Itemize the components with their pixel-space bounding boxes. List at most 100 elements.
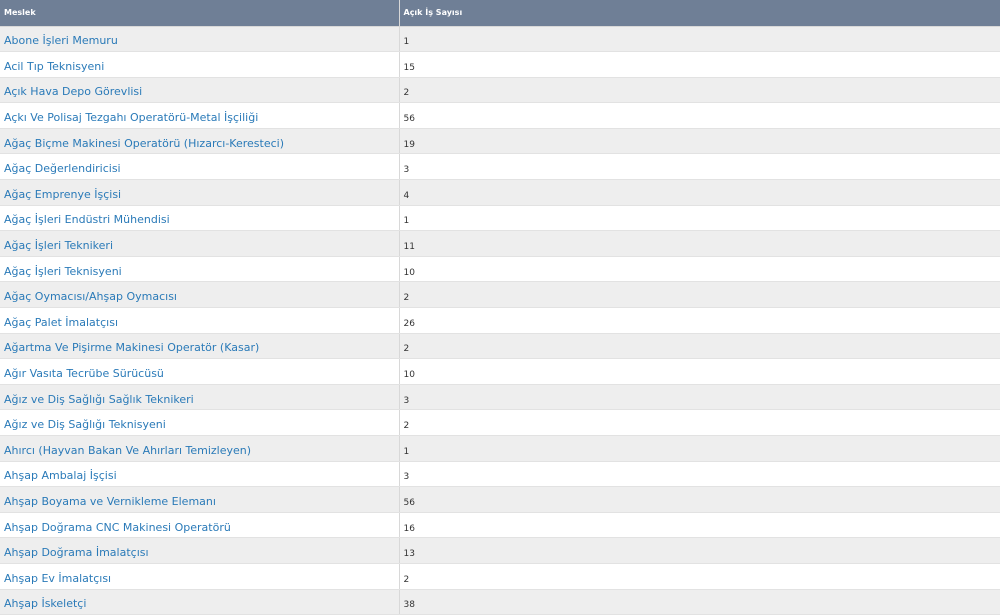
meslek-link[interactable]: Ağaç Değerlendiricisi xyxy=(4,162,121,175)
open-job-count-cell: 10 xyxy=(399,358,1000,385)
meslek-cell: Ağaç Palet İmalatçısı xyxy=(0,307,400,334)
meslek-cell: Ahşap İskeletçi xyxy=(0,589,400,616)
meslek-cell: Ağaç Emprenye İşçisi xyxy=(0,179,400,206)
open-job-count: 3 xyxy=(403,472,410,483)
table-body: Abone İşleri Memuru 1 Acil Tıp Teknisyeni 1… xyxy=(0,26,1000,616)
meslek-link[interactable]: Ahşap Doğrama CNC Makinesi Operatörü xyxy=(4,521,231,534)
open-job-count-cell: 2 xyxy=(399,409,1000,436)
table-row: Ağır Vasıta Tecrübe Sürücüsü 10 xyxy=(0,358,1000,385)
table-row: Ağaç Oymacısı/Ahşap Oymacısı 2 xyxy=(0,281,1000,309)
table-row: Acil Tıp Teknisyeni 15 xyxy=(0,51,1000,78)
meslek-cell: Ağartma Ve Pişirme Makinesi Operatör (Ka… xyxy=(0,333,400,360)
meslek-link[interactable]: Ağız ve Diş Sağlığı Sağlık Teknikeri xyxy=(4,393,194,406)
table-row: Ağartma Ve Pişirme Makinesi Operatör (Ka… xyxy=(0,333,1000,360)
meslek-link[interactable]: Ağır Vasıta Tecrübe Sürücüsü xyxy=(4,367,164,380)
meslek-cell: Ahşap Boyama ve Vernikleme Elemanı xyxy=(0,486,400,513)
open-job-count-cell: 3 xyxy=(399,384,1000,411)
open-job-count: 1 xyxy=(403,216,410,227)
meslek-link[interactable]: Ahşap Ambalaj İşçisi xyxy=(4,469,117,482)
open-jobs-table: Meslek Açık İş Sayısı Abone İşleri Memur… xyxy=(0,0,1000,616)
table-row: Ahşap Ev İmalatçısı 2 xyxy=(0,563,1000,590)
meslek-cell: Açık Hava Depo Görevlisi xyxy=(0,77,400,104)
meslek-cell: Ahşap Doğrama CNC Makinesi Operatörü xyxy=(0,512,400,539)
open-job-count-cell: 11 xyxy=(399,230,1000,257)
meslek-link[interactable]: Ağaç Oymacısı/Ahşap Oymacısı xyxy=(4,290,177,303)
open-job-count-cell: 2 xyxy=(399,563,1000,590)
table-row: Ahşap Doğrama CNC Makinesi Operatörü 16 xyxy=(0,512,1000,539)
open-job-count: 3 xyxy=(403,165,410,176)
table-row: Ağaç Değerlendiricisi 3 xyxy=(0,153,1000,181)
meslek-link[interactable]: Ahşap Ev İmalatçısı xyxy=(4,572,111,585)
meslek-link[interactable]: Ahşap Doğrama İmalatçısı xyxy=(4,546,149,559)
open-job-count-cell: 19 xyxy=(399,128,1000,155)
header-row: Meslek Açık İş Sayısı xyxy=(0,0,1000,27)
meslek-link[interactable]: Açık Hava Depo Görevlisi xyxy=(4,85,142,98)
meslek-link[interactable]: Ağaç İşleri Teknikeri xyxy=(4,239,113,252)
open-job-count: 10 xyxy=(403,267,415,278)
open-job-count: 10 xyxy=(403,370,415,381)
table-row: Ağız ve Diş Sağlığı Sağlık Teknikeri 3 xyxy=(0,384,1000,411)
meslek-cell: Ağaç İşleri Endüstri Mühendisi xyxy=(0,205,400,232)
meslek-link[interactable]: Ahırcı (Hayvan Bakan Ve Ahırları Temizle… xyxy=(4,444,251,457)
table-row: Ağaç İşleri Teknikeri 11 xyxy=(0,230,1000,257)
meslek-link[interactable]: Ağaç İşleri Teknisyeni xyxy=(4,265,122,278)
table-row: Ağız ve Diş Sağlığı Teknisyeni 2 xyxy=(0,409,1000,436)
open-job-count-cell: 1 xyxy=(399,26,1000,53)
open-job-count-cell: 26 xyxy=(399,307,1000,334)
meslek-cell: Ağız ve Diş Sağlığı Teknisyeni xyxy=(0,409,400,436)
open-job-count: 2 xyxy=(403,344,410,355)
column-header-meslek[interactable]: Meslek xyxy=(0,0,400,27)
open-job-count-cell: 2 xyxy=(399,77,1000,104)
meslek-cell: Ağaç İşleri Teknisyeni xyxy=(0,256,400,283)
meslek-link[interactable]: Ağaç Biçme Makinesi Operatörü (Hızarcı-K… xyxy=(4,137,284,150)
meslek-link[interactable]: Ağız ve Diş Sağlığı Teknisyeni xyxy=(4,418,166,431)
meslek-link[interactable]: Abone İşleri Memuru xyxy=(4,34,118,47)
open-job-count: 4 xyxy=(403,190,410,201)
open-job-count-cell: 1 xyxy=(399,205,1000,232)
meslek-cell: Ağaç Oymacısı/Ahşap Oymacısı xyxy=(0,281,400,309)
open-job-count-cell: 2 xyxy=(399,333,1000,360)
table-row: Ahşap Boyama ve Vernikleme Elemanı 56 xyxy=(0,486,1000,513)
open-job-count-cell: 3 xyxy=(399,153,1000,181)
table-row: Ağaç Palet İmalatçısı 26 xyxy=(0,307,1000,334)
open-job-count: 11 xyxy=(403,242,415,253)
meslek-link[interactable]: Ağaç İşleri Endüstri Mühendisi xyxy=(4,213,170,226)
open-job-count-cell: 38 xyxy=(399,589,1000,616)
open-job-count: 16 xyxy=(403,523,415,534)
open-job-count-cell: 56 xyxy=(399,102,1000,129)
meslek-cell: Ahşap Ambalaj İşçisi xyxy=(0,461,400,488)
table-row: Ahırcı (Hayvan Bakan Ve Ahırları Temizle… xyxy=(0,435,1000,462)
meslek-cell: Ahşap Doğrama İmalatçısı xyxy=(0,537,400,564)
meslek-link[interactable]: Ağartma Ve Pişirme Makinesi Operatör (Ka… xyxy=(4,341,259,354)
open-job-count-cell: 1 xyxy=(399,435,1000,462)
table-row: Ahşap Ambalaj İşçisi 3 xyxy=(0,461,1000,488)
meslek-link[interactable]: Acil Tıp Teknisyeni xyxy=(4,60,104,73)
open-job-count: 56 xyxy=(403,114,415,125)
open-job-count: 2 xyxy=(403,293,410,304)
meslek-cell: Ahırcı (Hayvan Bakan Ve Ahırları Temizle… xyxy=(0,435,400,462)
meslek-link[interactable]: Ahşap Boyama ve Vernikleme Elemanı xyxy=(4,495,216,508)
meslek-link[interactable]: Açkı Ve Polisaj Tezgahı Operatörü-Metal … xyxy=(4,111,258,124)
table-row: Ağaç Biçme Makinesi Operatörü (Hızarcı-K… xyxy=(0,128,1000,155)
open-job-count: 56 xyxy=(403,497,415,508)
meslek-link[interactable]: Ağaç Palet İmalatçısı xyxy=(4,316,118,329)
open-job-count-cell: 10 xyxy=(399,256,1000,283)
meslek-cell: Ağaç Değerlendiricisi xyxy=(0,153,400,181)
meslek-cell: Ahşap Ev İmalatçısı xyxy=(0,563,400,590)
meslek-cell: Ağız ve Diş Sağlığı Sağlık Teknikeri xyxy=(0,384,400,411)
meslek-link[interactable]: Ahşap İskeletçi xyxy=(4,597,86,610)
table-row: Ahşap İskeletçi 38 xyxy=(0,589,1000,616)
meslek-link[interactable]: Ağaç Emprenye İşçisi xyxy=(4,188,121,201)
column-header-acik-is-sayisi[interactable]: Açık İş Sayısı xyxy=(399,0,1000,27)
table-row: Ağaç Emprenye İşçisi 4 xyxy=(0,179,1000,206)
open-job-count: 13 xyxy=(403,549,415,560)
open-job-count-cell: 4 xyxy=(399,179,1000,206)
open-job-count: 1 xyxy=(403,446,410,457)
table-row: Ağaç İşleri Endüstri Mühendisi 1 xyxy=(0,205,1000,232)
meslek-cell: Ağır Vasıta Tecrübe Sürücüsü xyxy=(0,358,400,385)
open-job-count: 38 xyxy=(403,600,415,611)
open-job-count-cell: 3 xyxy=(399,461,1000,488)
table-row: Ağaç İşleri Teknisyeni 10 xyxy=(0,256,1000,283)
open-job-count-cell: 56 xyxy=(399,486,1000,513)
table-row: Abone İşleri Memuru 1 xyxy=(0,26,1000,53)
